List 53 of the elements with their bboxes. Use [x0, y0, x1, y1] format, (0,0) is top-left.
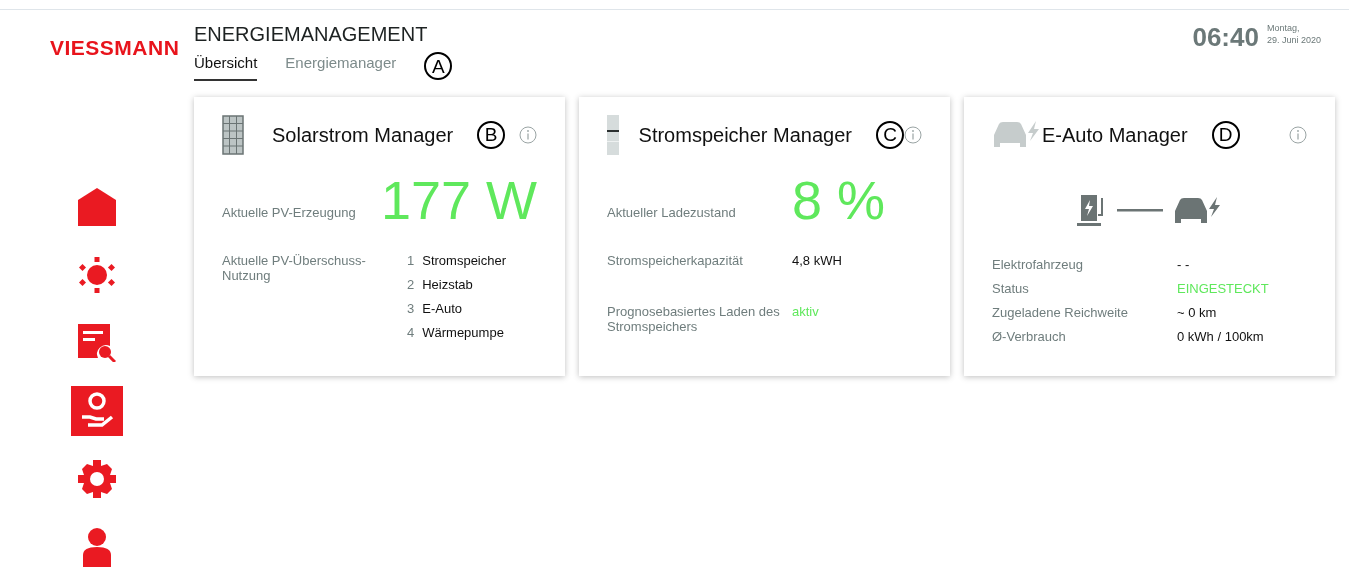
row-label: Ø-Verbrauch	[992, 328, 1067, 344]
report-search-icon	[78, 323, 116, 362]
row-value: - -	[1177, 256, 1190, 272]
row-label: Elektrofahrzeug	[992, 256, 1085, 272]
date-text: 29. Juni 2020	[1266, 34, 1321, 46]
row-value: 4,8 kWH	[792, 252, 842, 268]
annotation-marker: D	[1211, 120, 1240, 149]
sun-icon	[79, 256, 115, 293]
info-icon[interactable]	[1289, 125, 1307, 144]
connection-line	[1116, 209, 1163, 212]
priority-item: Wärmepumpe	[422, 324, 504, 341]
priority-number: 4	[407, 324, 415, 341]
priority-number: 1	[407, 252, 415, 269]
annotation-marker: C	[876, 120, 904, 149]
row-value: EINGESTECKT	[1177, 280, 1269, 296]
house-icon	[78, 187, 116, 226]
card-title: Solarstrom Manager	[272, 122, 454, 148]
priority-number: 2	[407, 276, 415, 293]
row-label: Stromspeicherkapazität	[607, 252, 744, 268]
row-label: Aktuelle PV-Überschuss-Nutzung	[222, 252, 367, 283]
row-label: Status	[992, 280, 1030, 296]
weekday-text: Montag,	[1266, 22, 1301, 34]
annotation-marker: A	[424, 52, 453, 81]
brand-logo: VIESSMANN	[49, 35, 180, 61]
card-title: E-Auto Manager	[1042, 122, 1188, 148]
row-label: Zugeladene Reichweite	[992, 304, 1129, 320]
page-title: ENERGIEMANAGEMENT	[194, 22, 429, 46]
info-icon[interactable]	[904, 125, 922, 144]
electric-car-icon	[1172, 196, 1223, 225]
metric-label: Aktueller Ladezustand	[607, 204, 737, 222]
row-value: aktiv	[792, 303, 819, 319]
annotation-marker: B	[477, 120, 506, 149]
metric-value: 8 %	[792, 172, 886, 227]
user-icon	[80, 526, 114, 567]
gear-icon	[78, 459, 116, 498]
row-value: ~ 0 km	[1177, 304, 1217, 320]
priority-number: 3	[407, 300, 415, 317]
nav-tab[interactable]: Übersicht	[194, 52, 258, 81]
row-value: 0 kWh / 100km	[1177, 328, 1264, 344]
row-label: Prognosebasiertes Laden des Stromspeichers	[607, 303, 781, 334]
solar-panel-icon	[222, 114, 244, 155]
priority-item: Heizstab	[422, 276, 473, 293]
priority-item: Stromspeicher	[422, 252, 507, 269]
priority-item: E-Auto	[422, 300, 462, 317]
clock-time: 06:40	[1192, 22, 1259, 52]
nav-tab[interactable]: Energiemanager	[285, 52, 397, 81]
card-title: Stromspeicher Manager	[638, 122, 852, 148]
battery-icon	[607, 114, 619, 155]
metric-value: 177 W	[380, 172, 537, 227]
metric-label: Aktuelle PV-Erzeugung	[222, 204, 357, 222]
nav-item[interactable]	[71, 385, 123, 436]
electric-car-icon	[992, 120, 1042, 149]
info-icon[interactable]	[519, 125, 537, 144]
